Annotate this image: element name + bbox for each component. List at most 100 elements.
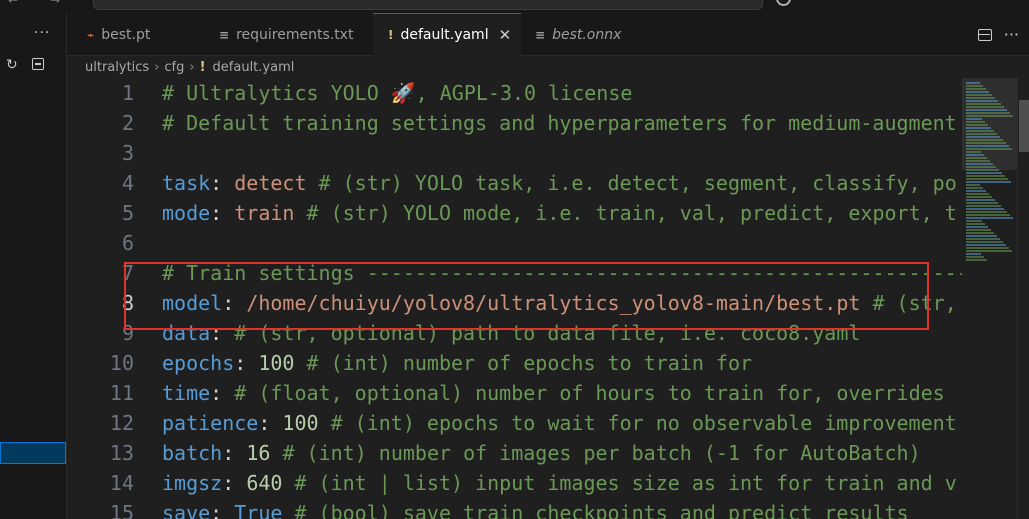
minimap-row — [966, 211, 1007, 213]
tab-default-yaml[interactable]: ! default.yaml ✕ — [373, 13, 521, 56]
line-number: 7 — [121, 261, 134, 285]
code-line[interactable]: 12 patience: 100 # (int) epochs to wait f… — [67, 408, 962, 438]
yaml-bang-icon: ! — [388, 28, 394, 42]
code-token: # (int) number of images per batch (-1 f… — [270, 441, 921, 465]
scrollbar-thumb[interactable] — [1019, 100, 1029, 152]
tab-best-onnx[interactable]: ≡ best.onnx — [521, 13, 651, 56]
minimap-row — [966, 226, 988, 228]
breadcrumb-file[interactable]: default.yaml — [213, 60, 295, 75]
code-line[interactable]: 9 data: # (str, optional) path to data fi… — [67, 318, 962, 348]
code-line[interactable]: 13 batch: 16 # (int) number of images per… — [67, 438, 962, 468]
code-text: time: # (float, optional) number of hour… — [162, 378, 945, 408]
code-token: # Train settings -----------------------… — [162, 261, 962, 285]
minimap-row — [966, 208, 1004, 210]
minimap-row — [966, 154, 984, 156]
code-token: : — [210, 381, 235, 405]
minimap-row — [966, 205, 1001, 207]
line-number: 2 — [121, 111, 134, 135]
code-text: # Train settings -----------------------… — [162, 258, 962, 288]
collapse-all-icon[interactable] — [32, 58, 44, 70]
minimap-row — [966, 166, 996, 168]
code-text: mode: train # (str) YOLO mode, i.e. trai… — [162, 198, 957, 228]
more-actions-icon[interactable]: ··· — [1004, 25, 1019, 44]
code-token: patience — [162, 411, 259, 435]
minimap-row — [966, 223, 985, 225]
line-number: 4 — [121, 171, 134, 195]
vertical-scrollbar[interactable] — [1017, 78, 1029, 519]
minimap-row — [966, 136, 1000, 138]
code-token: epochs — [162, 351, 235, 375]
close-icon[interactable]: ✕ — [499, 26, 512, 44]
forward-icon[interactable]: → — [50, 0, 60, 7]
minimap-row — [966, 238, 1000, 240]
breadcrumb-separator: › — [189, 59, 195, 75]
code-token: : — [222, 291, 247, 315]
back-icon[interactable]: ← — [8, 0, 18, 7]
code-line[interactable]: 7 # Train settings ----------------------… — [67, 258, 962, 288]
code-token: # (str, — [860, 291, 957, 315]
code-line[interactable]: 8 model: /home/chuiyu/yolov8/ultralytics_… — [67, 288, 962, 318]
line-number: 13 — [109, 441, 134, 465]
code-line[interactable]: 3 — [67, 138, 962, 168]
code-token: 16 — [246, 441, 271, 465]
code-token: : — [222, 471, 247, 495]
minimap-row — [966, 163, 993, 165]
code-line[interactable]: 11 time: # (float, optional) number of ho… — [67, 378, 962, 408]
minimap-row — [966, 106, 1004, 108]
selected-tree-item[interactable] — [0, 442, 66, 464]
code-line[interactable]: 2 # Default training settings and hyperpa… — [67, 108, 962, 138]
editor-actions: ··· — [977, 13, 1019, 56]
minimap-row — [966, 91, 989, 93]
minimap-row — [966, 190, 986, 192]
code-text: # Ultralytics YOLO 🚀, AGPL-3.0 license — [162, 78, 632, 108]
code-token: 100 — [258, 351, 295, 375]
code-token: 100 — [282, 411, 319, 435]
code-token: : — [210, 501, 235, 519]
code-line[interactable]: 4 task: detect # (str) YOLO task, i.e. de… — [67, 168, 962, 198]
minimap-row — [966, 247, 1009, 249]
line-number: 9 — [121, 321, 134, 345]
breadcrumb-item[interactable]: cfg — [164, 60, 184, 75]
code-line[interactable]: 1 # Ultralytics YOLO 🚀, AGPL-3.0 license — [67, 78, 962, 108]
tab-requirements-txt[interactable]: ≡ requirements.txt — [207, 13, 373, 56]
code-token: # (str) YOLO mode, i.e. train, val, pred… — [294, 201, 957, 225]
minimap-row — [966, 259, 987, 261]
code-text: task: detect # (str) YOLO task, i.e. det… — [162, 168, 957, 198]
code-token: data — [162, 321, 211, 345]
line-number: 14 — [109, 471, 134, 495]
code-line[interactable]: 14 imgsz: 640 # (int | list) input images… — [67, 468, 962, 498]
breadcrumb-item[interactable]: ultralytics — [85, 60, 149, 75]
minimap-row — [966, 124, 988, 126]
minimap-row — [966, 160, 990, 162]
line-number: 15 — [109, 501, 134, 519]
code-token: time — [162, 381, 211, 405]
code-line[interactable]: 10 epochs: 100 # (int) number of epochs t… — [67, 348, 962, 378]
minimap-row — [966, 97, 995, 99]
tab-label: requirements.txt — [236, 26, 354, 43]
minimap-row — [966, 178, 1008, 180]
code-token: True — [234, 501, 283, 519]
tab-best-pt[interactable]: ⌁ best.pt — [67, 13, 191, 56]
minimap-row — [966, 139, 1003, 141]
code-line[interactable]: 6 — [67, 228, 962, 258]
command-center-search[interactable] — [93, 0, 763, 10]
minimap-row — [966, 256, 984, 258]
tab-label: default.yaml — [400, 27, 489, 43]
code-editor[interactable]: 1 # Ultralytics YOLO 🚀, AGPL-3.0 license 2… — [67, 78, 1029, 519]
minimap-row — [966, 169, 999, 171]
minimap-row — [966, 151, 981, 153]
minimap-row — [966, 130, 994, 132]
refresh-icon[interactable]: ↻ — [6, 57, 18, 73]
minimap-row — [966, 199, 995, 201]
split-editor-icon[interactable] — [977, 28, 992, 41]
minimap-row — [966, 196, 992, 198]
minimap[interactable] — [962, 78, 1017, 519]
more-actions-icon[interactable]: ··· — [34, 25, 50, 41]
code-token: # (str, optional) path to data file, i.e… — [234, 321, 861, 345]
code-line[interactable]: 5 mode: train # (str) YOLO mode, i.e. tra… — [67, 198, 962, 228]
minimap-row — [966, 85, 983, 87]
tab-label: best.pt — [101, 26, 151, 43]
code-line[interactable]: 15 save: True # (bool) save train checkpo… — [67, 498, 962, 519]
account-icon[interactable] — [776, 0, 791, 6]
minimap-row — [966, 109, 1007, 111]
